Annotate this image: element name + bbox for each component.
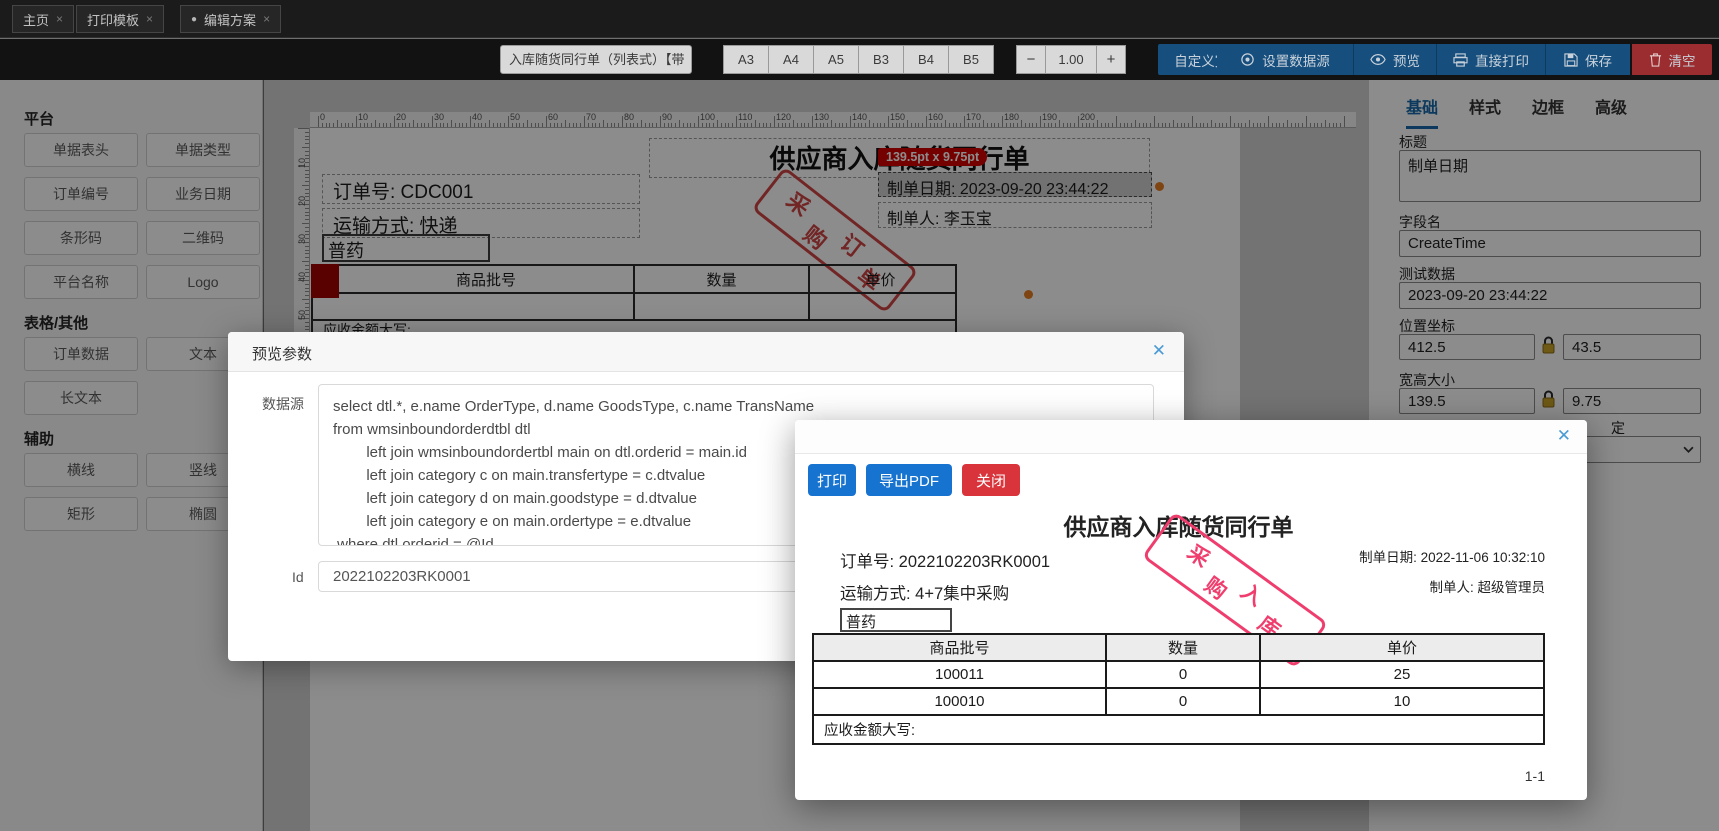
- preview-button[interactable]: 预览: [1354, 44, 1436, 75]
- preview-created-by: 制单人: 超级管理员: [1429, 580, 1545, 595]
- save-button[interactable]: 保存: [1546, 44, 1630, 75]
- tab-home[interactable]: 主页 ×: [12, 5, 75, 33]
- tab-edit-scheme-label: 编辑方案: [204, 12, 257, 28]
- paper-size-group: A3 A4 A5 B3 B4 B5: [723, 45, 994, 74]
- preview-eye-icon: [1370, 53, 1386, 66]
- save-icon: [1564, 52, 1578, 67]
- paper-size-a5[interactable]: A5: [813, 45, 859, 74]
- printer-icon: [1453, 52, 1468, 67]
- zoom-value: 1.00: [1045, 45, 1097, 74]
- sql-line: select dtl.*, e.name OrderType, d.name G…: [333, 398, 815, 415]
- paper-size-a3[interactable]: A3: [723, 45, 769, 74]
- set-datasource-label: 设置数据源: [1262, 53, 1330, 69]
- cell-qty: 0: [1107, 689, 1261, 714]
- app-window: 主页 × 打印模板 × ● 编辑方案 × 入库随货同行单（列表式）【带 A3 A…: [0, 0, 1719, 831]
- cell-batch: 100011: [814, 662, 1107, 687]
- preview-table-row: 100011 0 25: [814, 662, 1543, 689]
- cell-price: 25: [1393, 666, 1411, 683]
- tab-edit-scheme[interactable]: ● 编辑方案 ×: [180, 5, 282, 33]
- active-dot-icon: ●: [191, 13, 198, 25]
- preview-table-footer-row: 应收金额大写:: [814, 716, 1543, 743]
- tab-close-icon[interactable]: ×: [56, 12, 63, 26]
- print-button[interactable]: 打印: [808, 464, 856, 496]
- datasource-eye-icon: [1240, 52, 1255, 67]
- preview-table-header-row: 商品批号 数量 单价: [814, 635, 1543, 662]
- paper-size-b4[interactable]: B4: [903, 45, 949, 74]
- preview-params-title: 预览参数: [252, 346, 313, 363]
- preview-table-row: 100010 0 10: [814, 689, 1543, 716]
- zoom-out-button[interactable]: −: [1016, 45, 1046, 74]
- page-indicator: 1-1: [1524, 768, 1545, 784]
- preview-order-no: 订单号: 2022102203RK0001: [840, 553, 1051, 571]
- preview-table-footer: 应收金额大写:: [824, 723, 916, 739]
- clear-label: 清空: [1668, 53, 1696, 69]
- save-label: 保存: [1585, 53, 1612, 69]
- tab-print-template[interactable]: 打印模板 ×: [76, 5, 165, 33]
- tab-print-template-label: 打印模板: [87, 12, 140, 28]
- toolbar: 入库随货同行单（列表式）【带 A3 A4 A5 B3 B4 B5 − 1.00 …: [0, 39, 1719, 80]
- tab-close-icon[interactable]: ×: [263, 12, 270, 26]
- tab-close-icon[interactable]: ×: [146, 12, 153, 26]
- cell-batch: 100010: [814, 689, 1107, 714]
- close-icon[interactable]: ✕: [1152, 341, 1166, 361]
- toolbar-actions: 设置数据源 预览 直接打印 保存 清空: [1217, 44, 1712, 75]
- datasource-label: 数据源: [262, 396, 304, 412]
- preview-col-batch: 商品批号: [814, 635, 1107, 660]
- preview-transport: 运输方式: 4+7集中采购: [840, 585, 1010, 603]
- preview-drug-type: 普药: [840, 608, 952, 632]
- print-preview-header: ✕: [795, 420, 1587, 454]
- close-icon[interactable]: ✕: [1557, 426, 1571, 446]
- cell-qty: 0: [1107, 662, 1261, 687]
- export-pdf-button[interactable]: 导出PDF: [866, 464, 952, 496]
- preview-col-price: 单价: [1386, 640, 1417, 657]
- tab-home-label: 主页: [23, 12, 50, 28]
- preview-table: 商品批号 数量 单价 100011 0 25 100010 0 10 应收金额大…: [812, 633, 1545, 745]
- direct-print-button[interactable]: 直接打印: [1437, 44, 1545, 75]
- template-select[interactable]: 入库随货同行单（列表式）【带: [500, 45, 692, 74]
- preview-params-header: 预览参数 ✕: [228, 332, 1184, 372]
- trash-icon: [1649, 52, 1662, 67]
- tab-bar: 主页 × 打印模板 × ● 编辑方案 ×: [0, 0, 1719, 38]
- preview-label: 预览: [1393, 53, 1420, 69]
- zoom-in-button[interactable]: +: [1096, 45, 1126, 74]
- cell-price: 10: [1393, 693, 1411, 710]
- preview-col-qty: 数量: [1107, 635, 1261, 660]
- print-preview-modal: ✕ 打印 导出PDF 关闭 供应商入库随货同行单 订单号: 2022102203…: [795, 420, 1587, 800]
- paper-size-b5[interactable]: B5: [948, 45, 994, 74]
- set-datasource-button[interactable]: 设置数据源: [1217, 44, 1353, 75]
- paper-size-b3[interactable]: B3: [858, 45, 904, 74]
- paper-size-a4[interactable]: A4: [768, 45, 814, 74]
- preview-created-date: 制单日期: 2022-11-06 10:32:10: [1359, 550, 1545, 565]
- clear-button[interactable]: 清空: [1632, 44, 1712, 75]
- zoom-group: − 1.00 +: [1016, 45, 1126, 74]
- close-button[interactable]: 关闭: [962, 464, 1020, 496]
- id-label: Id: [292, 569, 304, 585]
- direct-print-label: 直接打印: [1475, 53, 1529, 69]
